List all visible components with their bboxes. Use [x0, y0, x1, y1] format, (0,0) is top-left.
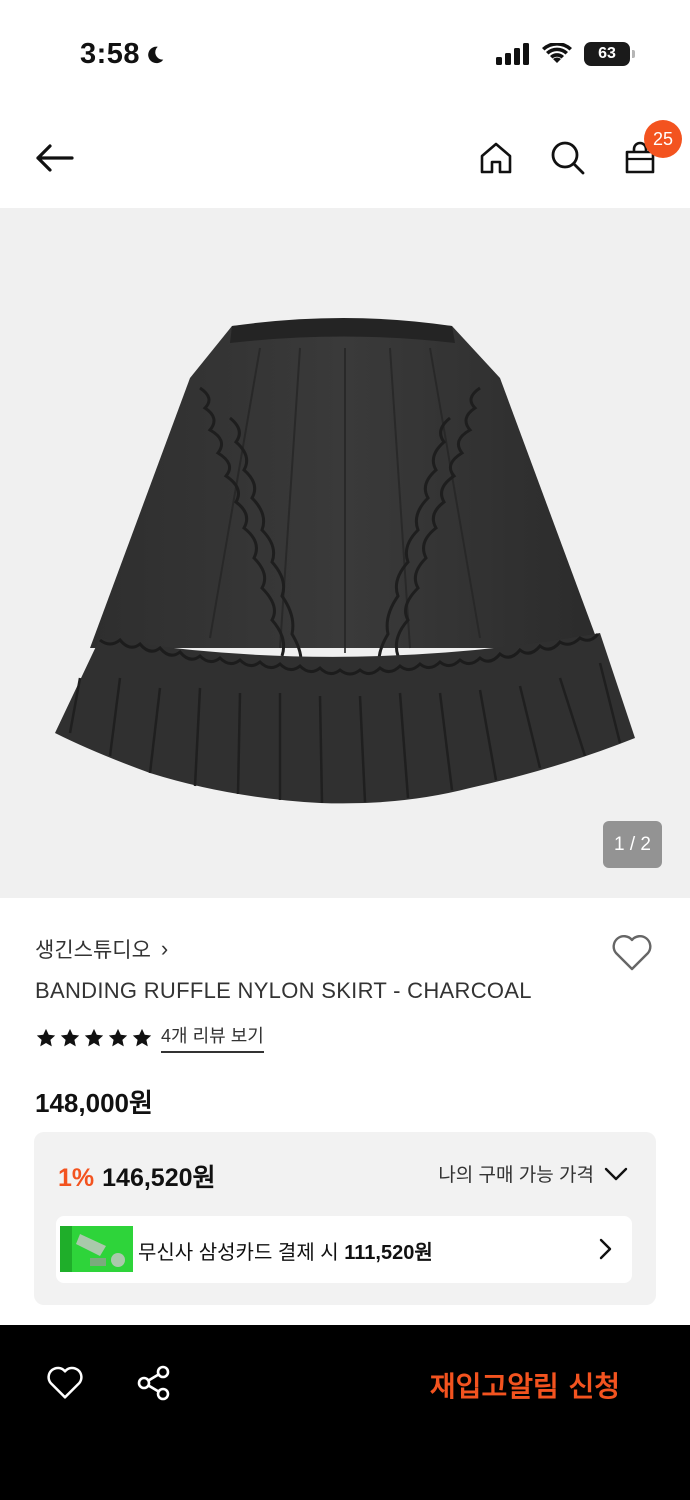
- back-button[interactable]: [30, 136, 78, 180]
- discount-rate: 1%: [58, 1164, 95, 1192]
- product-image-carousel[interactable]: 1 / 2: [0, 208, 690, 898]
- card-offer-prefix: 무신사 삼성카드 결제 시: [138, 1242, 345, 1264]
- star-icon: [84, 1028, 104, 1046]
- card-offer-thumbnail: [60, 1226, 133, 1272]
- wishlist-button[interactable]: [610, 932, 654, 974]
- heart-icon: [612, 935, 652, 971]
- brand-link[interactable]: 생긴스튜디오 ›: [35, 934, 168, 964]
- clock-text: 3:58: [80, 38, 141, 70]
- original-price: 148,000원: [35, 1088, 153, 1118]
- star-icon: [60, 1028, 80, 1046]
- share-button[interactable]: [134, 1363, 174, 1403]
- star-icon: [36, 1028, 56, 1046]
- star-icon: [132, 1028, 152, 1046]
- share-icon: [137, 1365, 170, 1401]
- my-price-toggle[interactable]: 나의 구매 가능 가격: [438, 1160, 628, 1187]
- home-icon: [480, 142, 512, 174]
- cart-count: 25: [652, 128, 674, 149]
- cart-count-badge: 25: [644, 120, 682, 158]
- chevron-right-icon: [598, 1238, 612, 1265]
- restock-alert-button[interactable]: 재입고알림 신청: [430, 1365, 620, 1405]
- wifi-icon: [542, 43, 572, 63]
- price-box: 1% 146,520원 나의 구매 가능 가격 무신사 삼성카드 결제 시 11…: [34, 1132, 656, 1305]
- image-counter-text: 1 / 2: [614, 833, 651, 855]
- discount-price: 146,520원: [102, 1164, 216, 1192]
- card-offer-text: 무신사 삼성카드 결제 시 111,520원: [138, 1236, 433, 1265]
- search-button[interactable]: [548, 136, 588, 180]
- chevron-right-icon: ›: [160, 936, 169, 961]
- card-offer-row[interactable]: 무신사 삼성카드 결제 시 111,520원: [56, 1216, 632, 1283]
- nav-actions: 25: [476, 120, 682, 180]
- my-price-label: 나의 구매 가능 가격: [438, 1165, 594, 1186]
- cellular-signal-icon: [496, 43, 529, 65]
- star-icon: [108, 1028, 128, 1046]
- heart-icon: [47, 1366, 83, 1399]
- home-button[interactable]: [476, 136, 516, 180]
- image-page-counter: 1 / 2: [603, 821, 662, 868]
- moon-icon: [148, 46, 164, 63]
- status-indicators: 63: [496, 42, 635, 66]
- rating-row: 4개 리뷰 보기: [35, 1022, 264, 1053]
- musinsa-card-image: [60, 1226, 133, 1272]
- product-name: BANDING RUFFLE NYLON SKIRT - CHARCOAL: [35, 978, 532, 1003]
- status-time: 3:58: [80, 38, 166, 71]
- bottom-wishlist-button[interactable]: [44, 1363, 86, 1403]
- bottom-action-bar: 재입고알림 신청: [0, 1325, 690, 1500]
- top-nav: 25: [0, 108, 690, 208]
- status-bar: 3:58 63: [0, 0, 690, 108]
- battery-level: 63: [598, 45, 616, 62]
- cart-button[interactable]: 25: [620, 120, 682, 180]
- product-photo: [55, 318, 635, 804]
- battery-indicator: 63: [584, 42, 635, 66]
- review-link[interactable]: 4개 리뷰 보기: [161, 1022, 264, 1053]
- search-icon: [551, 141, 585, 175]
- rating-stars: [35, 1027, 153, 1049]
- back-arrow-icon: [36, 144, 74, 172]
- brand-name: 생긴스튜디오: [35, 939, 151, 962]
- chevron-down-icon: [604, 1167, 628, 1180]
- discount-row: 1% 146,520원: [58, 1158, 216, 1194]
- card-offer-price: 111,520원: [344, 1242, 433, 1264]
